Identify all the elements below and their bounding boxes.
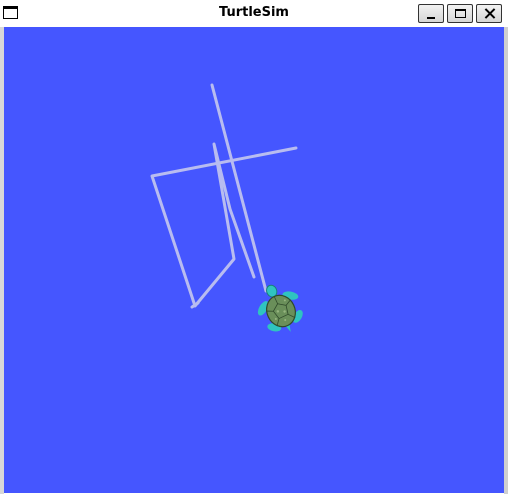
turtle-canvas [4,27,504,493]
minimize-button[interactable] [418,4,444,23]
minimize-icon [427,16,435,19]
close-button[interactable] [476,4,502,23]
close-icon [484,8,495,19]
turtle-icon [257,284,303,332]
window-border-right [504,27,508,494]
turtlesim-window: TurtleSim [0,0,508,494]
maximize-button[interactable] [447,4,473,23]
maximize-icon [454,9,466,18]
title-bar[interactable]: TurtleSim [0,0,508,27]
